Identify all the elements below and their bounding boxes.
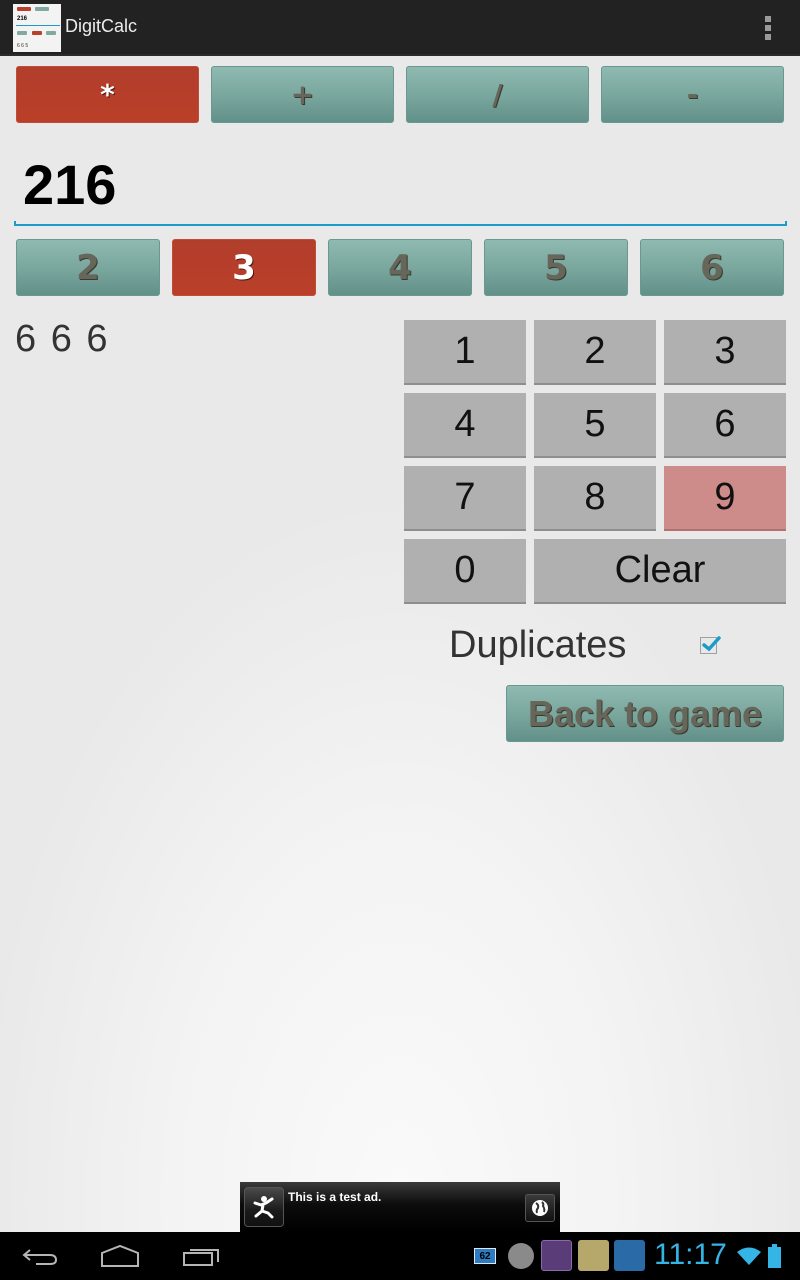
ad-banner[interactable]: This is a test ad. — [240, 1182, 560, 1232]
home-icon[interactable] — [100, 1244, 140, 1272]
running-man-icon — [244, 1187, 284, 1227]
digit-count-button[interactable]: 5 — [484, 239, 628, 296]
target-number-field[interactable]: 216 — [14, 140, 787, 226]
digitcalc-app-icon: 216 6 6 5 — [13, 4, 61, 52]
digit-count-button-selected[interactable]: 3 — [172, 239, 316, 296]
operator-add-button[interactable]: + — [211, 66, 394, 123]
torrent-app-icon[interactable] — [508, 1243, 534, 1269]
back-to-game-button[interactable]: Back to game — [506, 685, 784, 742]
field-underline — [14, 221, 787, 226]
operator-multiply-button[interactable]: * — [16, 66, 199, 123]
keypad-key-0[interactable]: 0 — [404, 539, 526, 604]
keypad-key-5[interactable]: 5 — [534, 393, 656, 458]
back-icon[interactable] — [22, 1244, 58, 1272]
battery-icon — [768, 1244, 781, 1268]
keypad-key-9-highlighted[interactable]: 9 — [664, 466, 786, 531]
checkmark-icon — [702, 636, 721, 652]
icon-mini-digit — [46, 31, 56, 35]
ad-text: This is a test ad. — [288, 1190, 382, 1204]
app-grid-notification-icon[interactable] — [614, 1240, 645, 1271]
app-title: DigitCalc — [65, 16, 138, 36]
app-notification-icon[interactable] — [578, 1240, 609, 1271]
keypad-key-8[interactable]: 8 — [534, 466, 656, 531]
keypad-key-1[interactable]: 1 — [404, 320, 526, 385]
battery-level-notification-icon[interactable]: 62 — [474, 1248, 496, 1264]
viber-app-icon[interactable] — [541, 1240, 572, 1271]
digit-count-button[interactable]: 2 — [16, 239, 160, 296]
result-digits: 6 6 6 — [15, 318, 110, 360]
digit-count-button[interactable]: 6 — [640, 239, 784, 296]
icon-mini-result: 6 6 5 — [17, 43, 29, 49]
icon-mini-digit-selected — [32, 31, 42, 35]
overflow-menu-icon[interactable] — [762, 16, 774, 40]
wifi-icon — [736, 1246, 762, 1270]
keypad-key-6[interactable]: 6 — [664, 393, 786, 458]
icon-mini-underline — [16, 25, 60, 26]
status-clock: 11:17 — [654, 1238, 727, 1271]
operator-subtract-button[interactable]: - — [601, 66, 784, 123]
digit-count-button[interactable]: 4 — [328, 239, 472, 296]
globe-icon[interactable] — [525, 1194, 555, 1222]
duplicates-label: Duplicates — [449, 624, 627, 666]
duplicates-checkbox[interactable] — [700, 636, 721, 654]
keypad-key-2[interactable]: 2 — [534, 320, 656, 385]
target-number-value: 216 — [23, 153, 117, 216]
recent-apps-icon[interactable] — [182, 1244, 220, 1272]
clear-button[interactable]: Clear — [534, 539, 786, 604]
keypad-key-7[interactable]: 7 — [404, 466, 526, 531]
action-bar: 216 6 6 5 DigitCalc — [0, 0, 800, 56]
icon-mini-operator-selected — [17, 7, 31, 11]
icon-mini-target: 216 — [17, 16, 28, 22]
icon-mini-digit — [17, 31, 27, 35]
keypad-key-3[interactable]: 3 — [664, 320, 786, 385]
operator-divide-button[interactable]: / — [406, 66, 589, 123]
keypad-key-4[interactable]: 4 — [404, 393, 526, 458]
icon-mini-operator — [35, 7, 49, 11]
